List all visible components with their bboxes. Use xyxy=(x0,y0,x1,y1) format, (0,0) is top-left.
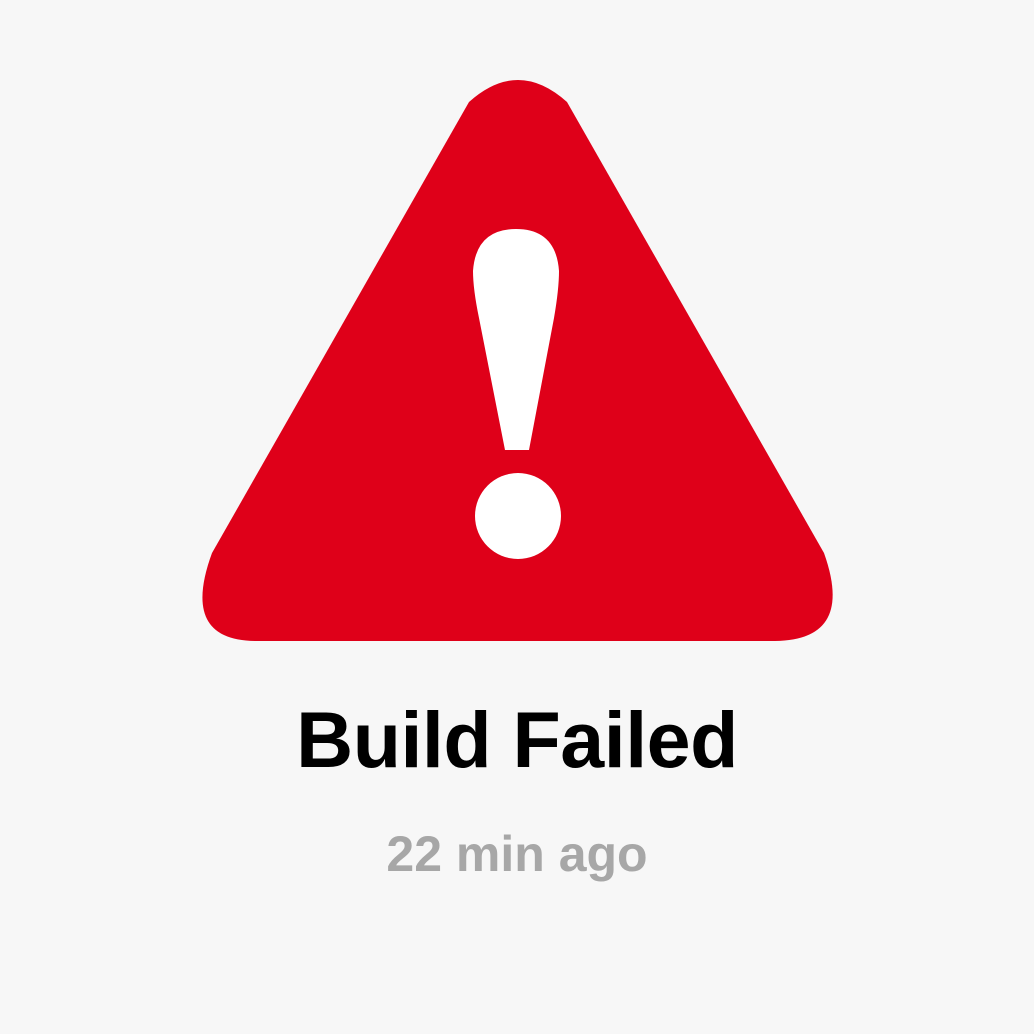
warning-triangle-icon xyxy=(200,75,840,647)
status-timestamp: 22 min ago xyxy=(386,826,648,882)
build-status-screen: Build Failed 22 min ago xyxy=(0,0,1034,1034)
build-status-title: Build Failed xyxy=(296,695,738,784)
